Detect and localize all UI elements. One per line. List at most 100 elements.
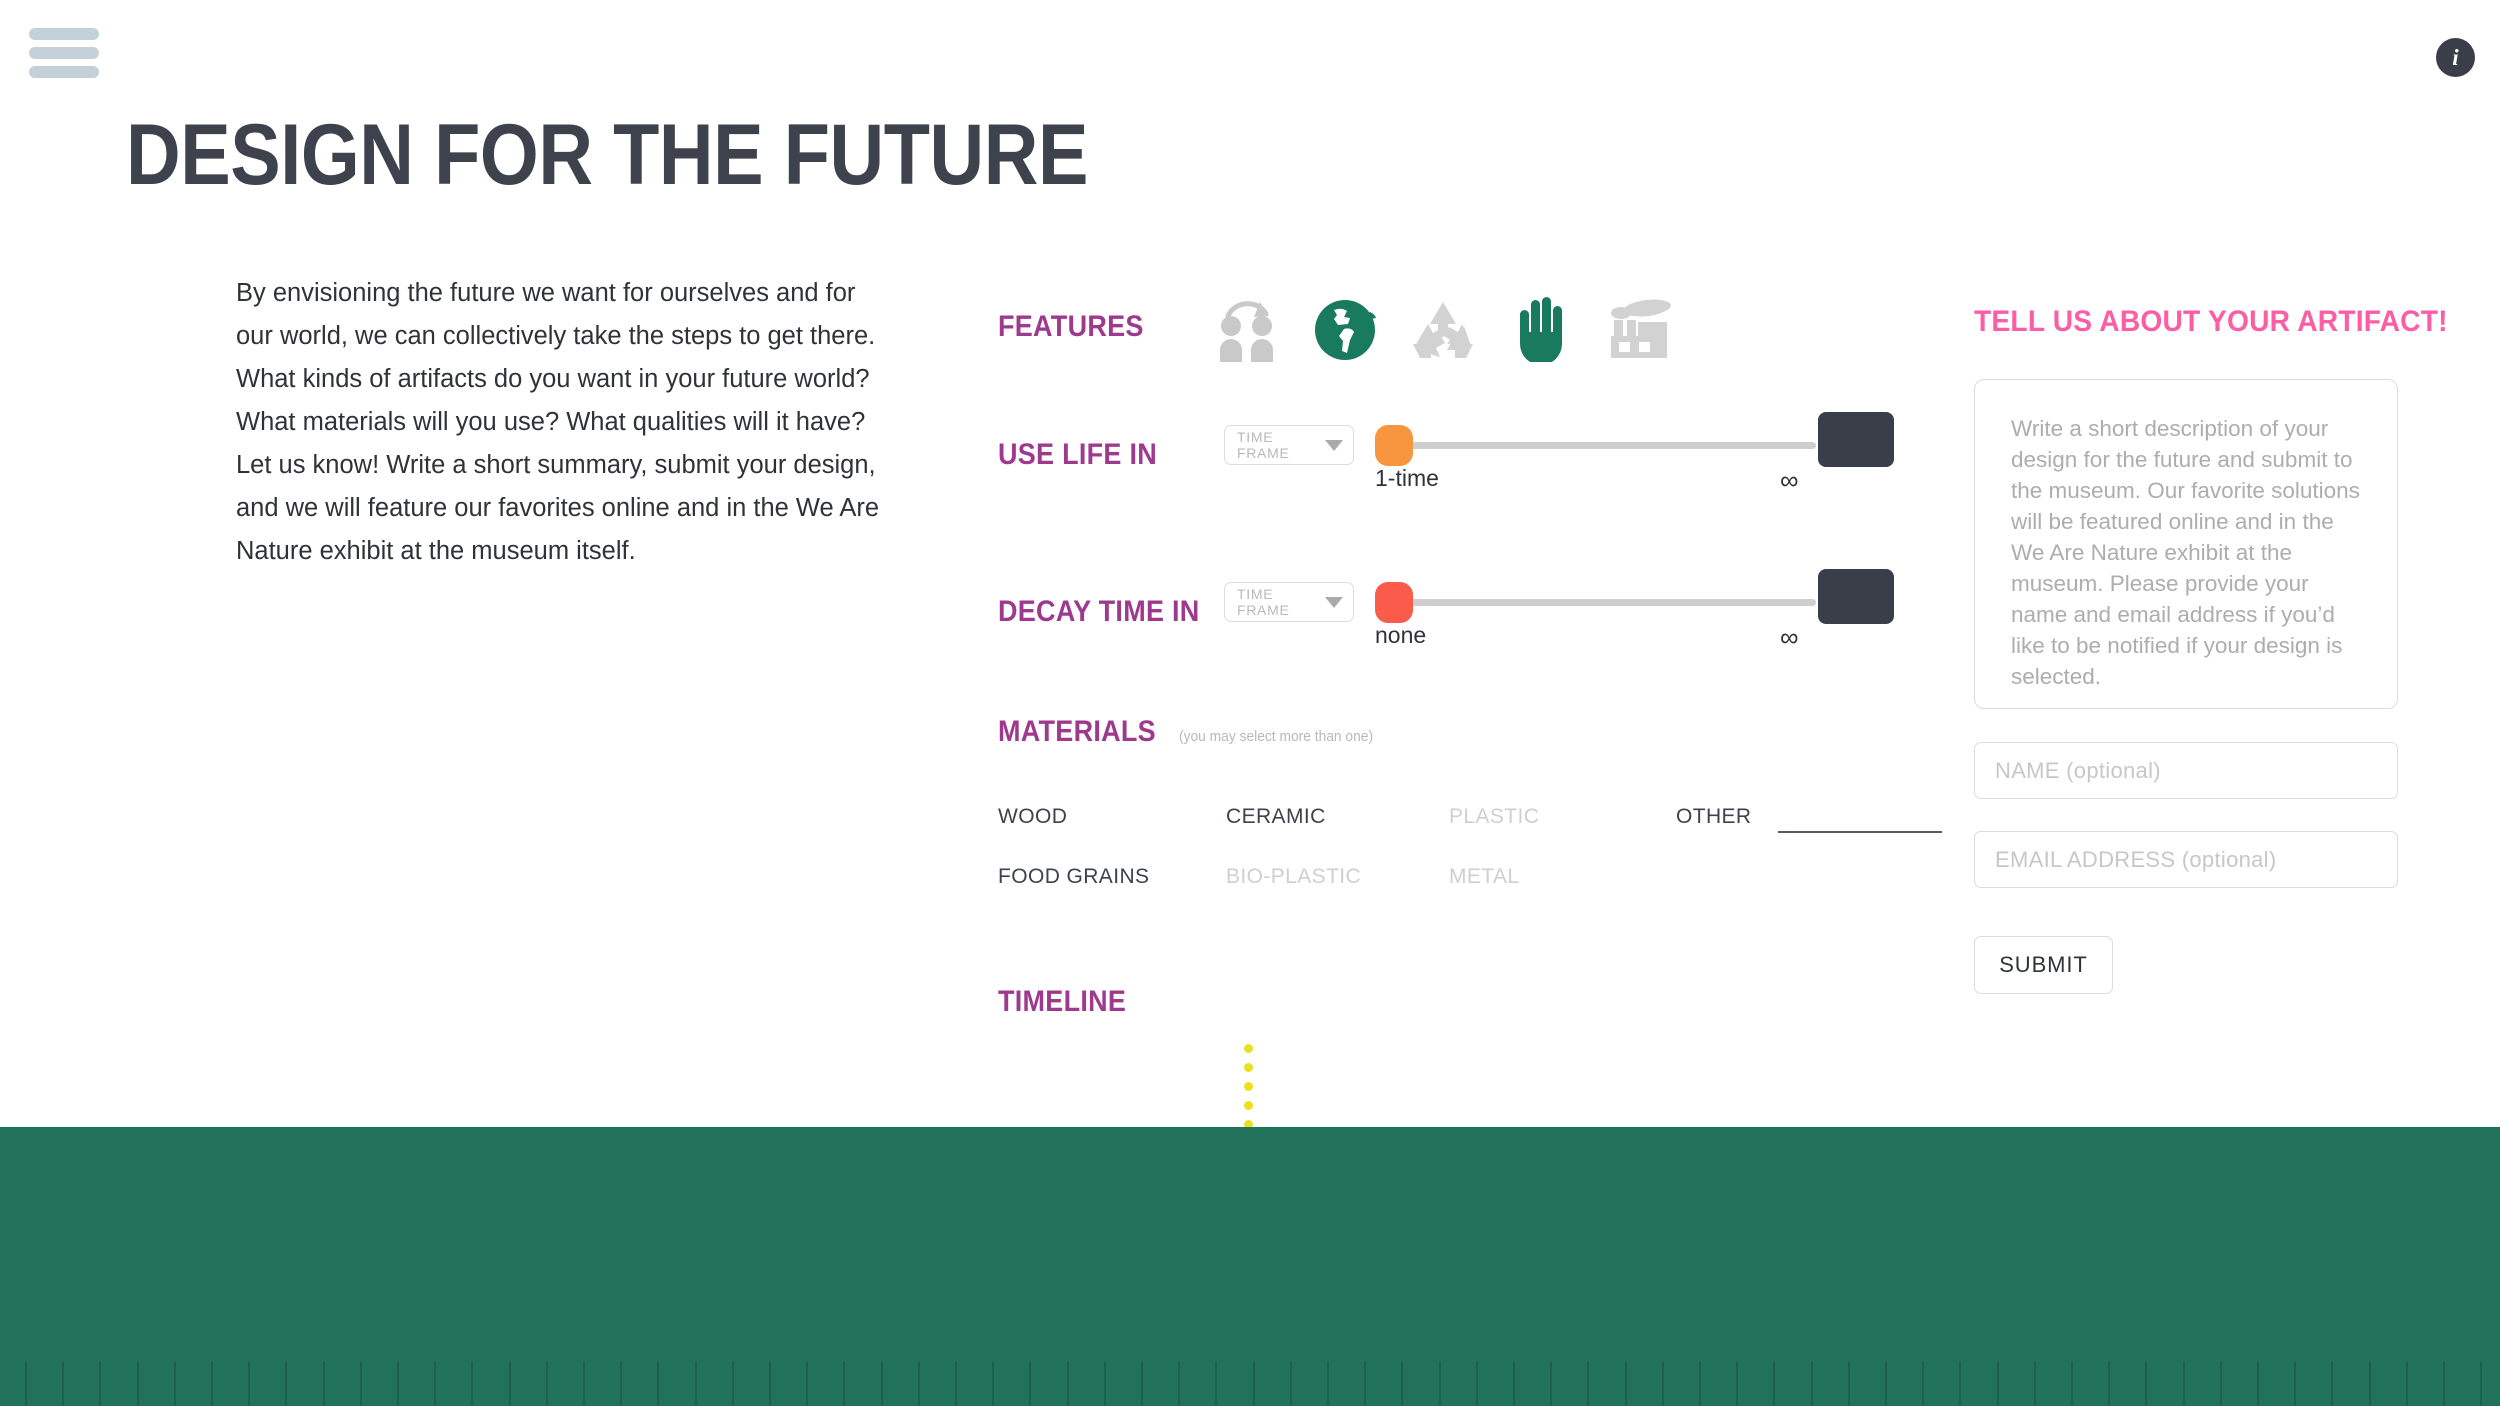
decay-time-swatch-button[interactable]	[1818, 569, 1894, 624]
footer-tick	[508, 1361, 511, 1406]
features-icon-group	[1210, 290, 1676, 362]
material-option-ceramic[interactable]: CERAMIC	[1226, 805, 1326, 829]
use-life-slider-thumb[interactable]	[1375, 425, 1413, 466]
footer-tick	[1624, 1361, 1627, 1406]
info-icon[interactable]: i	[2436, 38, 2475, 77]
footer-tick	[173, 1361, 176, 1406]
use-life-max-label: ∞	[1780, 465, 1799, 495]
material-option-wood[interactable]: WOOD	[998, 805, 1067, 829]
footer-tick-marks	[0, 1361, 2500, 1406]
hamburger-menu-icon[interactable]	[29, 28, 99, 78]
page-root: i DESIGN FOR THE FUTURE By envisioning t…	[0, 0, 2500, 1406]
decay-time-slider[interactable]: none ∞	[1375, 582, 1816, 652]
globe-icon[interactable]	[1308, 290, 1382, 362]
chevron-down-icon	[1325, 596, 1343, 608]
name-input-placeholder: NAME (optional)	[1995, 757, 2161, 783]
intro-paragraph: By envisioning the future we want for ou…	[236, 279, 880, 565]
material-option-bio-plastic[interactable]: BIO-PLASTIC	[1226, 865, 1361, 889]
materials-grid: WOOD CERAMIC PLASTIC OTHER FOOD GRAINS B…	[998, 805, 1942, 925]
footer-tick	[2071, 1361, 2073, 1406]
material-option-other[interactable]: OTHER	[1676, 805, 1752, 829]
green-footer-band	[0, 1127, 2500, 1406]
footer-tick	[359, 1361, 362, 1406]
footer-tick	[248, 1361, 251, 1406]
footer-tick	[657, 1361, 660, 1406]
hamburger-bar	[29, 66, 99, 78]
footer-tick	[1587, 1361, 1590, 1406]
footer-tick	[1550, 1361, 1553, 1406]
footer-tick	[471, 1361, 474, 1406]
material-option-food-grains[interactable]: FOOD GRAINS	[998, 865, 1149, 889]
footer-tick	[1736, 1361, 1739, 1406]
footer-tick	[694, 1361, 697, 1406]
footer-tick	[2257, 1361, 2259, 1406]
footer-tick	[2331, 1361, 2334, 1406]
features-row: FEATURES	[998, 310, 1228, 344]
footer-tick	[1401, 1361, 1404, 1406]
hamburger-bar	[29, 47, 99, 59]
footer-tick	[1699, 1361, 1701, 1406]
hand-icon[interactable]	[1504, 290, 1578, 362]
timeline-dot	[1243, 1063, 1253, 1072]
footer-tick	[806, 1361, 809, 1406]
material-option-metal[interactable]: METAL	[1449, 865, 1519, 889]
decay-time-min-label: none	[1375, 622, 1427, 648]
recycle-icon[interactable]	[1406, 290, 1480, 362]
footer-tick	[211, 1361, 213, 1406]
use-life-min-label: 1-time	[1375, 465, 1439, 491]
materials-label: MATERIALS	[998, 715, 1156, 748]
footer-tick	[2108, 1361, 2111, 1406]
description-textarea[interactable]: Write a short description of your design…	[1974, 379, 2398, 709]
footer-tick	[843, 1361, 846, 1406]
footer-tick	[322, 1361, 325, 1406]
use-life-slider[interactable]: 1-time ∞	[1375, 425, 1816, 495]
footer-tick	[731, 1361, 734, 1406]
decay-time-slider-thumb[interactable]	[1375, 582, 1413, 623]
material-other-input[interactable]	[1778, 831, 1942, 833]
footer-tick	[2219, 1361, 2222, 1406]
footer-tick	[1066, 1361, 1069, 1406]
footer-tick	[1661, 1361, 1664, 1406]
two-people-sharing-icon[interactable]	[1210, 290, 1284, 362]
timeline-dot	[1243, 1044, 1253, 1053]
email-input[interactable]: EMAIL ADDRESS (optional)	[1974, 831, 2398, 888]
footer-tick	[769, 1361, 771, 1406]
footer-tick	[992, 1361, 995, 1406]
footer-tick	[1996, 1361, 1999, 1406]
footer-tick	[1103, 1361, 1106, 1406]
footer-tick	[620, 1361, 623, 1406]
factory-icon[interactable]	[1602, 290, 1676, 362]
footer-tick	[1029, 1361, 1032, 1406]
footer-tick	[2480, 1361, 2483, 1406]
use-life-label: USE LIFE IN	[998, 438, 1157, 471]
footer-tick	[1922, 1361, 1925, 1406]
decay-time-timeframe-select[interactable]: TIME FRAME	[1224, 582, 1354, 622]
footer-tick	[1141, 1361, 1143, 1406]
timeline-dot	[1243, 1082, 1253, 1091]
footer-tick	[2368, 1361, 2371, 1406]
submit-button[interactable]: SUBMIT	[1974, 936, 2113, 994]
footer-tick	[1810, 1361, 1813, 1406]
footer-tick	[2443, 1361, 2445, 1406]
materials-hint: (you may select more than one)	[1179, 728, 1374, 745]
timeline-header: TIMELINE	[998, 985, 1140, 1019]
page-title: DESIGN FOR THE FUTURE	[126, 107, 1089, 203]
footer-tick	[2033, 1361, 2036, 1406]
footer-tick	[285, 1361, 288, 1406]
footer-tick	[1959, 1361, 1962, 1406]
footer-tick	[2145, 1361, 2148, 1406]
footer-tick	[2182, 1361, 2185, 1406]
material-option-plastic[interactable]: PLASTIC	[1449, 805, 1539, 829]
footer-tick	[1513, 1361, 1515, 1406]
description-placeholder: Write a short description of your design…	[2011, 416, 2360, 689]
decay-time-label: DECAY TIME IN	[998, 595, 1200, 628]
use-life-timeframe-select[interactable]: TIME FRAME	[1224, 425, 1354, 465]
decay-time-slider-track[interactable]	[1393, 599, 1816, 606]
name-input[interactable]: NAME (optional)	[1974, 742, 2398, 799]
timeline-dot	[1243, 1101, 1253, 1110]
use-life-swatch-button[interactable]	[1818, 412, 1894, 467]
email-input-placeholder: EMAIL ADDRESS (optional)	[1995, 846, 2277, 872]
use-life-slider-track[interactable]	[1393, 442, 1816, 449]
footer-tick	[2405, 1361, 2408, 1406]
footer-tick	[397, 1361, 399, 1406]
